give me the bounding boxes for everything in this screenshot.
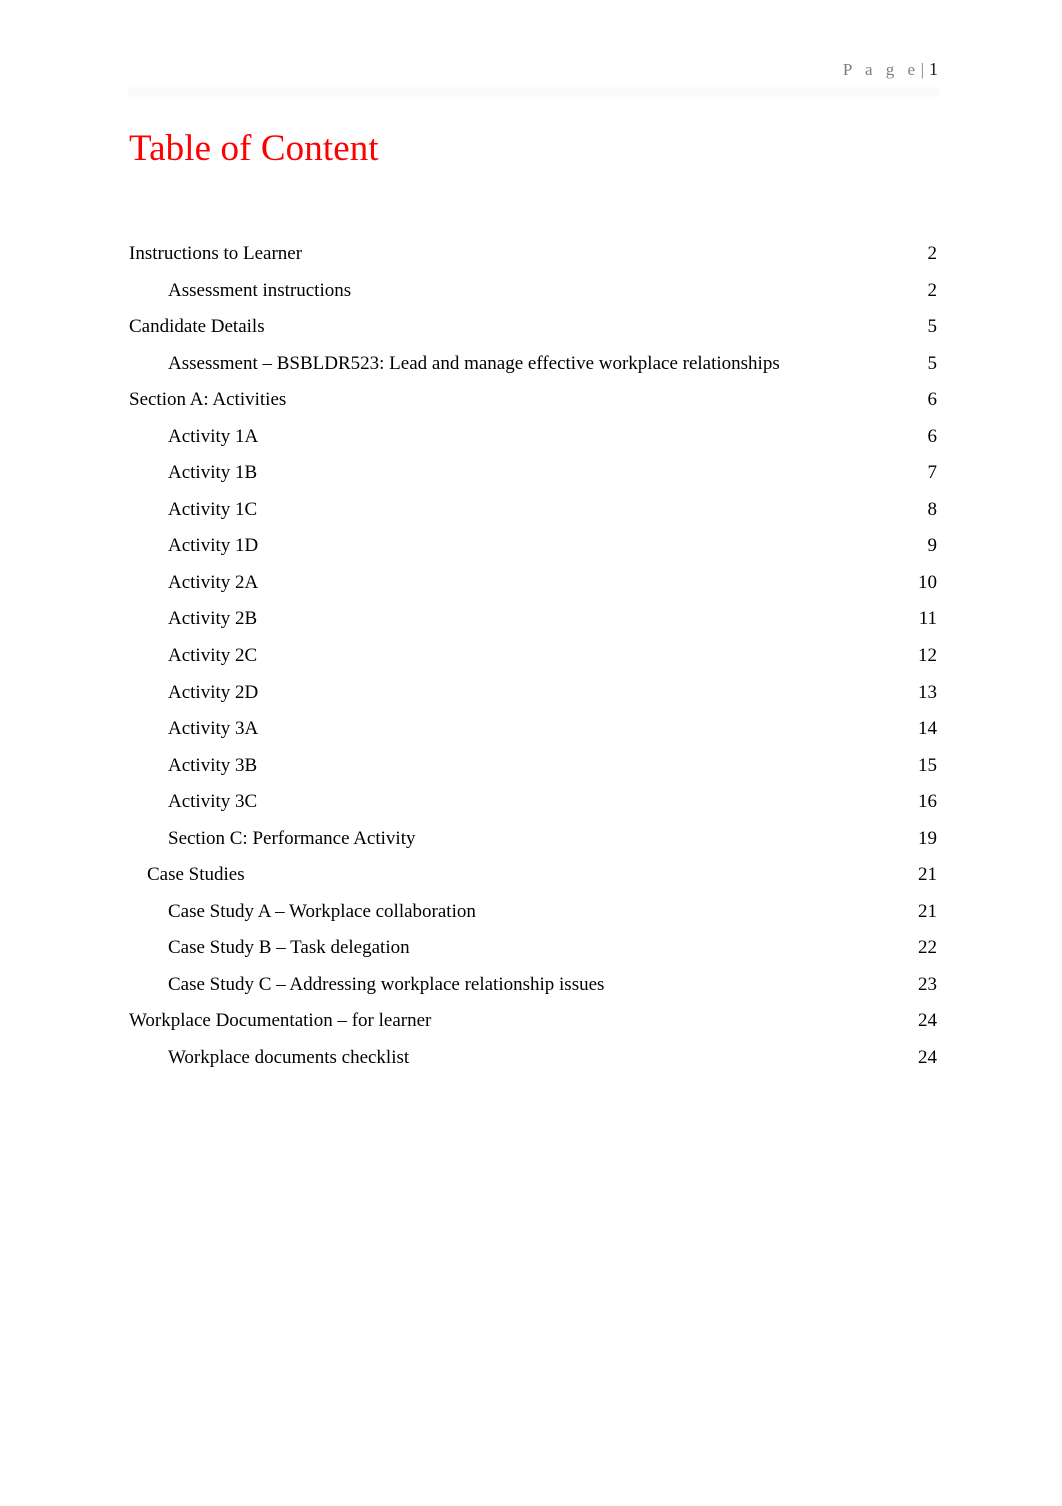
toc-entry-page-number: 22 <box>918 937 937 959</box>
toc-entry[interactable]: Activity 2C 12 <box>129 643 937 680</box>
page-separator: | <box>920 60 924 79</box>
toc-entry[interactable]: Activity 1A 6 <box>129 424 937 461</box>
toc-entry-page-number: 21 <box>918 900 937 922</box>
toc-entry-label: Activity 1D <box>168 535 259 557</box>
toc-entry[interactable]: Case Study C – Addressing workplace rela… <box>129 972 937 1009</box>
toc-entry[interactable]: Activity 1B 7 <box>129 460 937 497</box>
toc-entry-label: Activity 3C <box>168 791 258 813</box>
page-number-value: 1 <box>929 59 938 79</box>
toc-entry-label: Activity 3A <box>168 718 259 740</box>
toc-entry-page-number: 5 <box>927 352 938 374</box>
toc-entry-label: Assessment – BSBLDR523: Lead and manage … <box>168 352 780 374</box>
page-header: P a g e| 1 <box>128 58 940 102</box>
toc-entry-page-number: 7 <box>927 462 938 484</box>
toc-entry-label: Activity 1A <box>168 425 259 447</box>
toc-entry-page-number: 13 <box>918 681 937 703</box>
toc-entry-page-number: 5 <box>927 316 938 338</box>
page-title: Table of Content <box>129 128 379 169</box>
toc-entry-page-number: 24 <box>918 1047 937 1069</box>
toc-entry-page-number: 14 <box>918 718 937 740</box>
toc-entry-label: Activity 2B <box>168 608 258 630</box>
header-divider <box>128 84 940 100</box>
toc-entry-page-number: 11 <box>918 608 937 630</box>
toc-entry-page-number: 16 <box>918 791 937 813</box>
toc-entry-label: Activity 1B <box>168 462 258 484</box>
toc-entry-label: Instructions to Learner <box>129 243 303 264</box>
toc-entry[interactable]: Workplace Documentation – for learner 24 <box>129 1008 937 1045</box>
toc-entry-page-number: 2 <box>927 279 938 301</box>
page-label: P a g e <box>842 60 920 79</box>
toc-entry-label: Section A: Activities <box>129 389 287 411</box>
toc-entry-page-number: 24 <box>918 1010 937 1032</box>
toc-entry[interactable]: Candidate Details 5 <box>129 314 937 351</box>
toc-entry[interactable]: Instructions to Learner 2 <box>129 241 937 278</box>
toc-entry[interactable]: Activity 3C 16 <box>129 789 937 826</box>
toc-entry[interactable]: Activity 2D 13 <box>129 680 937 717</box>
toc-entry-page-number: 9 <box>927 535 938 557</box>
toc-entry-page-number: 8 <box>927 498 938 520</box>
table-of-contents: Instructions to Learner 2 Assessment instr… <box>129 241 937 1082</box>
toc-entry-page-number: 15 <box>918 754 937 776</box>
toc-entry-page-number: 2 <box>927 243 938 264</box>
toc-entry-label: Activity 2A <box>168 571 259 593</box>
toc-entry[interactable]: Case Study A – Workplace collaboration 21 <box>129 899 937 936</box>
toc-entry-label: Activity 3B <box>168 754 258 776</box>
toc-entry[interactable]: Workplace documents checklist 24 <box>129 1045 937 1082</box>
toc-entry[interactable]: Section C: Performance Activity 19 <box>129 826 937 863</box>
page-number-header: P a g e| 1 <box>843 58 938 81</box>
toc-entry[interactable]: Activity 3B 15 <box>129 753 937 790</box>
toc-entry[interactable]: Activity 2B 11 <box>129 606 937 643</box>
toc-entry[interactable]: Section A: Activities 6 <box>129 387 937 424</box>
toc-entry[interactable]: Activity 2A 10 <box>129 570 937 607</box>
toc-entry-label: Activity 2D <box>168 681 259 703</box>
toc-entry-page-number: 23 <box>918 973 937 995</box>
toc-entry[interactable]: Case Study B – Task delegation 22 <box>129 935 937 972</box>
toc-entry[interactable]: Activity 1C 8 <box>129 497 937 534</box>
toc-entry-page-number: 12 <box>918 645 937 667</box>
toc-entry-label: Case Study A – Workplace collaboration <box>168 900 476 922</box>
toc-entry-page-number: 6 <box>927 389 938 411</box>
toc-entry[interactable]: Activity 1D 9 <box>129 533 937 570</box>
toc-entry-label: Case Study B – Task delegation <box>168 937 410 959</box>
toc-entry-page-number: 21 <box>918 864 937 886</box>
toc-entry-label: Activity 2C <box>168 645 258 667</box>
toc-entry[interactable]: Assessment – BSBLDR523: Lead and manage … <box>129 351 937 388</box>
toc-entry[interactable]: Activity 3A 14 <box>129 716 937 753</box>
toc-entry[interactable]: Assessment instructions 2 <box>129 278 937 315</box>
toc-entry-label: Workplace documents checklist <box>168 1047 410 1069</box>
toc-entry[interactable]: Case Studies 21 <box>129 862 937 899</box>
toc-entry-label: Activity 1C <box>168 498 258 520</box>
toc-entry-page-number: 6 <box>927 425 938 447</box>
toc-entry-label: Section C: Performance Activity <box>168 827 416 849</box>
toc-entry-label: Case Studies <box>147 864 245 886</box>
document-page: P a g e| 1 Table of Content Instructions … <box>0 0 1062 1506</box>
toc-entry-label: Case Study C – Addressing workplace rela… <box>168 973 605 995</box>
toc-entry-page-number: 10 <box>918 571 937 593</box>
toc-entry-label: Workplace Documentation – for learner <box>129 1010 432 1032</box>
toc-entry-label: Assessment instructions <box>168 279 352 301</box>
toc-entry-label: Candidate Details <box>129 316 265 338</box>
toc-entry-page-number: 19 <box>918 827 937 849</box>
